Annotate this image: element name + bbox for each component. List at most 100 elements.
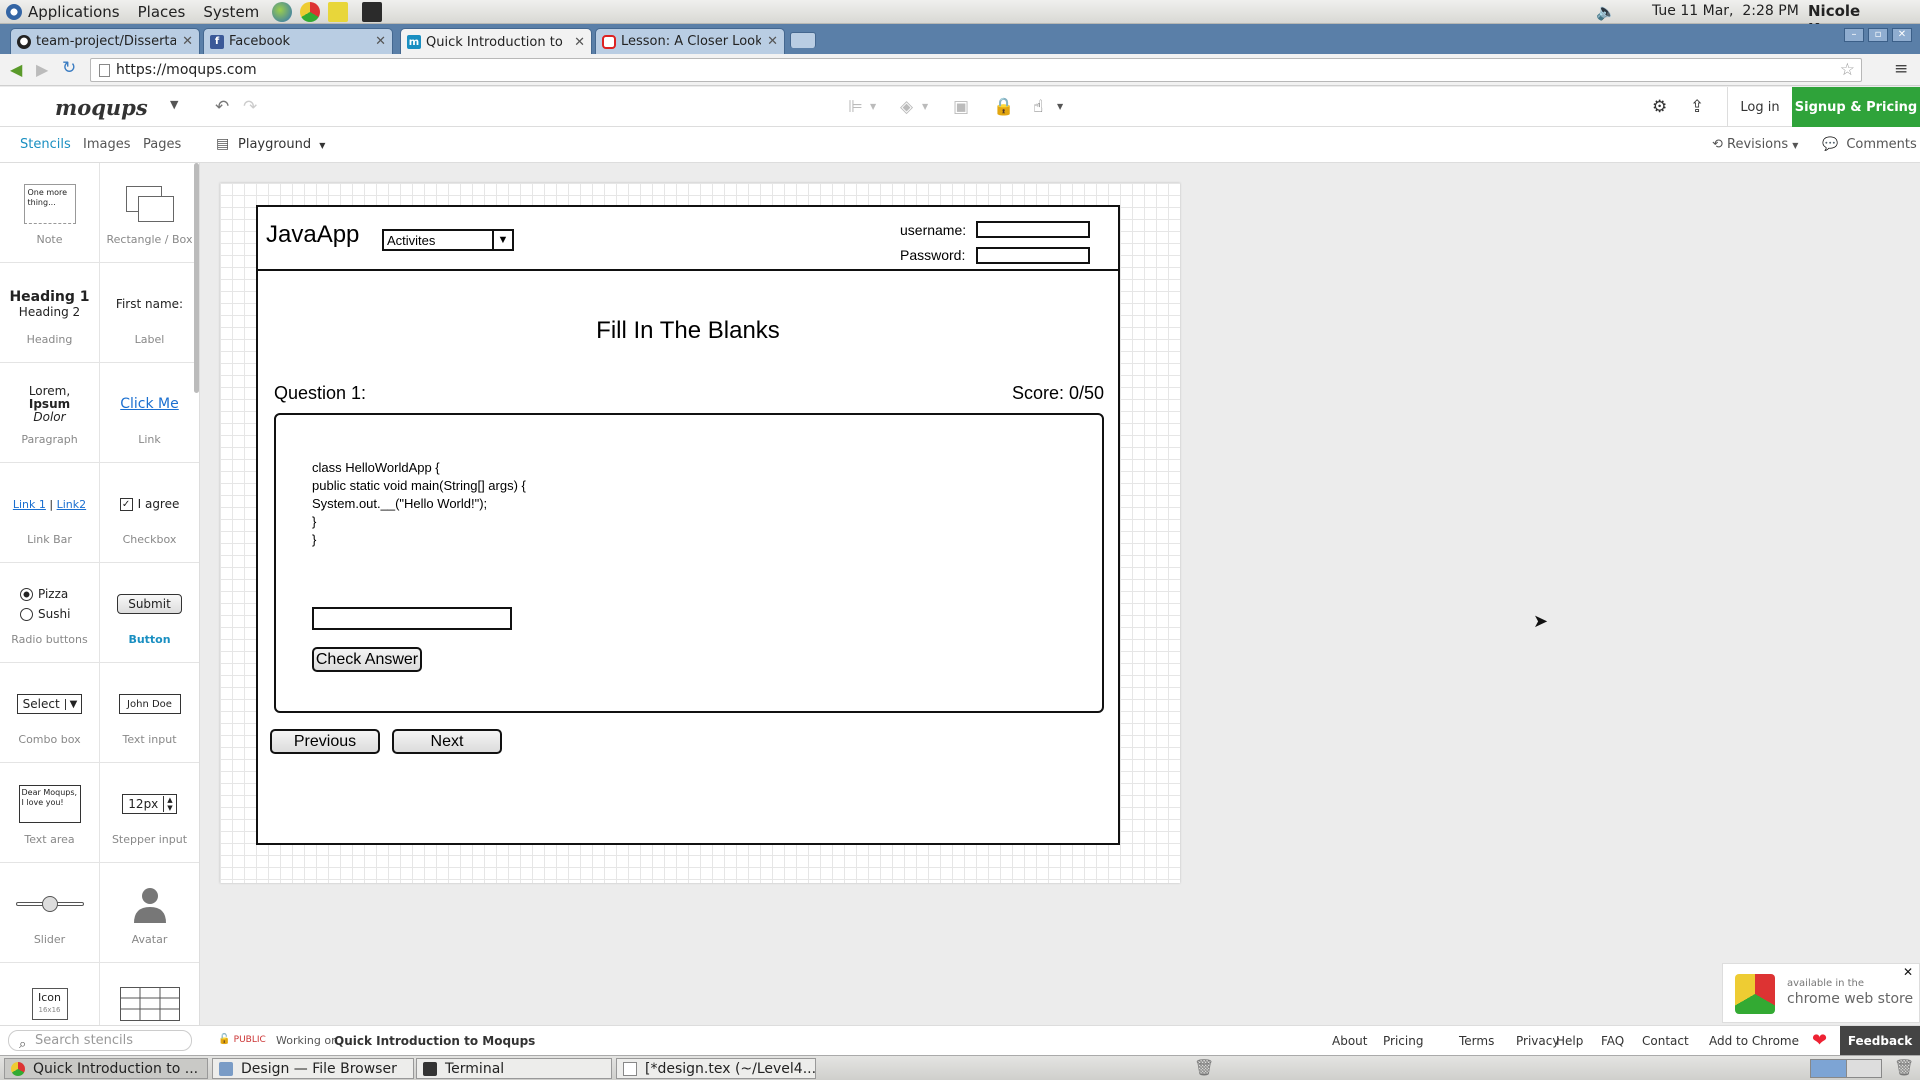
forward-arrow-icon[interactable]: ▶: [36, 60, 48, 79]
revisions-button[interactable]: ⟲ Revisions ▼: [1712, 137, 1798, 152]
stencil-table[interactable]: [100, 963, 199, 1025]
system-menu[interactable]: System: [194, 3, 268, 21]
footer-link-privacy[interactable]: Privacy: [1516, 1034, 1559, 1048]
close-tab-icon[interactable]: ✕: [767, 34, 778, 49]
footer-link-help[interactable]: Help: [1556, 1034, 1583, 1048]
applications-menu[interactable]: Applications: [26, 3, 129, 21]
feedback-button[interactable]: Feedback: [1840, 1026, 1920, 1055]
gnome-foot-icon[interactable]: [6, 3, 22, 20]
chrome-menu-icon[interactable]: ≡: [1894, 59, 1908, 79]
search-stencils-input[interactable]: ⌕ Search stencils: [8, 1030, 192, 1052]
close-tab-icon[interactable]: ✕: [182, 34, 193, 49]
tab-moqups[interactable]: m Quick Introduction to M ✕: [400, 28, 592, 55]
mockup-window[interactable]: JavaApp Activites ▼ username: Password: …: [256, 205, 1120, 845]
text-editor-launcher-icon[interactable]: [328, 1, 349, 22]
terminal-launcher-icon[interactable]: [362, 1, 383, 22]
tab-pages[interactable]: Pages: [143, 137, 181, 152]
web-browser-launcher-icon[interactable]: [272, 1, 293, 22]
login-button[interactable]: Log in: [1727, 87, 1792, 127]
stencil-link-bar[interactable]: Link 1 | Link2 Link Bar: [0, 463, 100, 563]
stencils-scrollbar[interactable]: [194, 163, 199, 393]
tab-oracle-lesson[interactable]: Lesson: A Closer Look a ✕: [595, 28, 785, 54]
footer-link-add-to-chrome[interactable]: Add to Chrome: [1709, 1034, 1799, 1048]
comments-button[interactable]: 💬 Comments: [1822, 137, 1917, 152]
previous-button[interactable]: Previous: [270, 729, 380, 754]
bookmark-star-icon[interactable]: ☆: [1840, 60, 1855, 80]
stencil-checkbox[interactable]: ✓ I agree Checkbox: [100, 463, 199, 563]
stencil-button[interactable]: Submit Button: [100, 563, 199, 663]
task-file-browser[interactable]: Design — File Browser: [212, 1058, 414, 1079]
redo-icon[interactable]: ↷: [243, 97, 257, 117]
stencil-rectangle[interactable]: Rectangle / Box: [100, 163, 199, 263]
stencil-avatar[interactable]: Avatar: [100, 863, 199, 963]
workspace-switcher[interactable]: [1810, 1059, 1882, 1078]
close-tab-icon[interactable]: ✕: [375, 34, 386, 49]
new-tab-button[interactable]: [790, 32, 816, 48]
stencil-label[interactable]: First name: Label: [100, 263, 199, 363]
stencil-text-area[interactable]: Dear Moqups, I love you! Text area: [0, 763, 100, 863]
code-line: }: [312, 532, 317, 547]
reload-icon[interactable]: ↻: [62, 58, 76, 78]
combo-preview-label: Select: [22, 697, 60, 711]
workspace-2[interactable]: [1846, 1060, 1881, 1077]
task-text-editor[interactable]: [*design.tex (~/Level4...: [616, 1058, 816, 1079]
check-answer-button[interactable]: Check Answer: [312, 647, 422, 672]
activities-dropdown[interactable]: Activites ▼: [382, 229, 514, 251]
interaction-hand-icon[interactable]: ☝: [1033, 97, 1043, 117]
minimize-window-icon[interactable]: –: [1844, 28, 1864, 42]
lock-icon[interactable]: 🔒: [993, 97, 1014, 117]
gear-icon[interactable]: ⚙: [1652, 97, 1667, 117]
stencil-stepper-input[interactable]: 12px ▲ ▼ Stepper input: [100, 763, 199, 863]
stencil-radio-buttons[interactable]: Pizza Sushi Radio buttons: [0, 563, 100, 663]
app-menu-chevron-icon[interactable]: ▼: [170, 98, 178, 111]
stencil-heading[interactable]: Heading 1 Heading 2 Heading: [0, 263, 100, 363]
tab-github[interactable]: ● team-project/Dissertatic ✕: [10, 28, 200, 54]
stencil-paragraph[interactable]: Lorem, Ipsum Dolor Paragraph: [0, 363, 100, 463]
password-input[interactable]: [976, 247, 1090, 264]
back-arrow-icon[interactable]: ◀: [10, 60, 22, 79]
trash-icon[interactable]: 🗑: [1194, 1058, 1214, 1077]
stencil-slider[interactable]: Slider: [0, 863, 100, 963]
close-tab-icon[interactable]: ✕: [574, 35, 585, 50]
align-icon[interactable]: ⊫: [848, 97, 863, 117]
next-button[interactable]: Next: [392, 729, 502, 754]
stencil-icon[interactable]: Icon 16x16: [0, 963, 100, 1025]
maximize-window-icon[interactable]: ▫: [1868, 28, 1888, 42]
share-icon[interactable]: ⇪: [1690, 97, 1704, 117]
tab-images[interactable]: Images: [83, 137, 131, 152]
volume-icon[interactable]: 🔈: [1596, 2, 1616, 21]
stencil-link[interactable]: Click Me Link: [100, 363, 199, 463]
address-bar[interactable]: https://moqups.com ☆: [90, 58, 1862, 82]
places-menu[interactable]: Places: [129, 3, 195, 21]
stencil-note[interactable]: One more thing... Note: [0, 163, 100, 263]
username-input[interactable]: [976, 221, 1090, 238]
chrome-web-store-promo[interactable]: ✕ available in the chrome web store: [1722, 963, 1920, 1023]
footer-link-about[interactable]: About: [1332, 1034, 1367, 1048]
stencil-combo-box[interactable]: Select ▼ Combo box: [0, 663, 100, 763]
group-icon[interactable]: ▣: [953, 97, 969, 117]
footer-link-contact[interactable]: Contact: [1642, 1034, 1689, 1048]
task-chrome[interactable]: Quick Introduction to ...: [4, 1058, 208, 1079]
page-selector[interactable]: Playground ▼: [238, 137, 325, 152]
datetime[interactable]: Tue 11 Mar, 2:28 PM: [1652, 3, 1799, 19]
workspace-1[interactable]: [1811, 1060, 1847, 1077]
chrome-launcher-icon[interactable]: [300, 1, 321, 22]
footer-link-faq[interactable]: FAQ: [1601, 1034, 1624, 1048]
stencil-preview: John Doe: [100, 675, 199, 733]
public-badge[interactable]: 🔓 PUBLIC: [218, 1034, 266, 1045]
tab-stencils[interactable]: Stencils: [20, 137, 71, 152]
close-icon[interactable]: ✕: [1903, 965, 1913, 979]
canvas-page[interactable]: JavaApp Activites ▼ username: Password: …: [220, 183, 1180, 883]
close-window-icon[interactable]: ✕: [1892, 28, 1912, 42]
undo-icon[interactable]: ↶: [215, 97, 229, 117]
trash-icon[interactable]: 🗑: [1894, 1058, 1914, 1077]
tab-facebook[interactable]: f Facebook ✕: [203, 28, 393, 54]
footer-link-terms[interactable]: Terms: [1459, 1034, 1494, 1048]
stencil-text-input[interactable]: John Doe Text input: [100, 663, 199, 763]
task-terminal[interactable]: Terminal: [416, 1058, 612, 1079]
heart-icon[interactable]: ❤: [1812, 1030, 1827, 1051]
signup-button[interactable]: Signup & Pricing: [1792, 87, 1920, 127]
footer-link-pricing[interactable]: Pricing: [1383, 1034, 1423, 1048]
layers-icon[interactable]: ◈: [900, 97, 913, 117]
answer-input[interactable]: [312, 607, 512, 630]
